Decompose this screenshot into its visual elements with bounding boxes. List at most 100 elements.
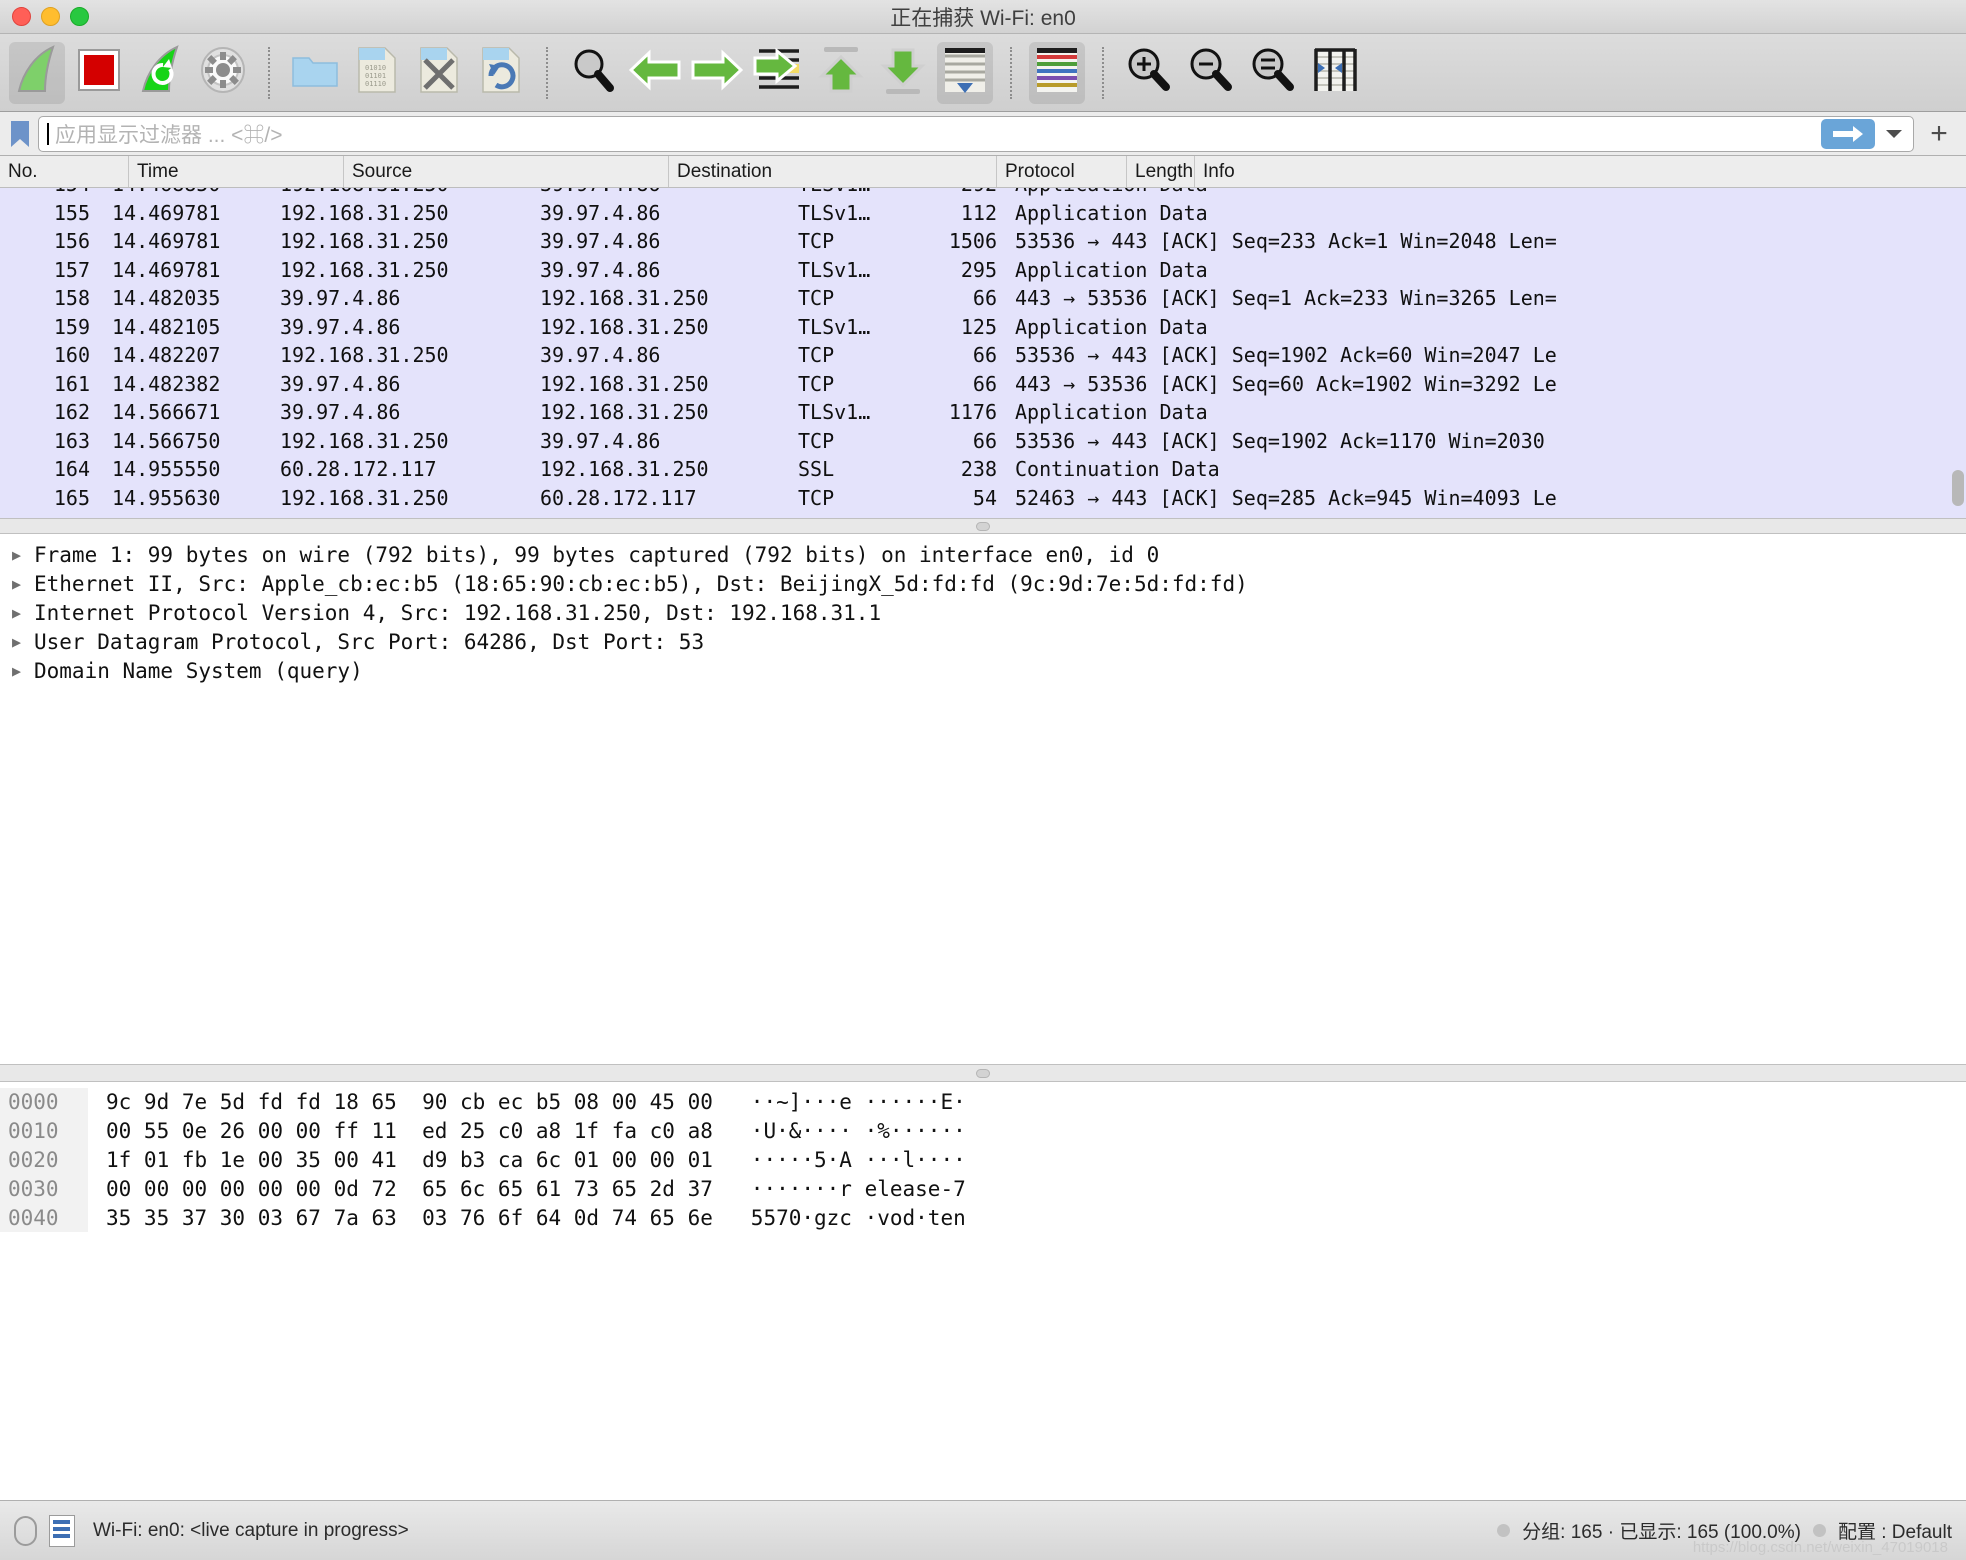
magnifier-icon [571, 47, 615, 98]
save-document-icon: 010100110101110 [357, 46, 397, 99]
packet-time: 14.469781 [100, 256, 270, 285]
apply-filter-button[interactable] [1821, 119, 1875, 149]
detail-tree-item[interactable]: ▶Domain Name System (query) [0, 656, 1966, 685]
column-header-time[interactable]: Time [128, 156, 343, 187]
hex-row[interactable]: 35 35 37 30 03 67 7a 63 03 76 6f 64 0d 7… [106, 1204, 966, 1232]
packet-protocol: TLSv1… [790, 256, 915, 285]
go-to-packet-button[interactable] [751, 42, 807, 104]
hex-bytes-column: 9c 9d 7e 5d fd fd 18 65 90 cb ec b5 08 0… [88, 1088, 966, 1232]
close-file-button[interactable] [411, 42, 467, 104]
go-to-first-button[interactable] [813, 42, 869, 104]
column-header-length[interactable]: Length [1126, 156, 1194, 187]
packet-row[interactable]: 16114.48238239.97.4.86192.168.31.250TCP6… [0, 370, 1966, 399]
start-capture-button[interactable] [9, 42, 65, 104]
hex-row[interactable]: 00 00 00 00 00 00 0d 72 65 6c 65 61 73 6… [106, 1175, 966, 1204]
go-back-button[interactable] [627, 42, 683, 104]
capture-file-properties-icon[interactable] [49, 1515, 75, 1547]
column-header-no[interactable]: No. [0, 156, 128, 187]
hex-offset: 0010 [8, 1117, 88, 1146]
display-filter-placeholder: 应用显示过滤器 ... <⌘/> [55, 119, 1821, 149]
packet-no: 156 [0, 227, 100, 256]
open-file-button[interactable] [287, 42, 343, 104]
shark-fin-restart-icon [139, 45, 183, 100]
arrow-left-green-icon [629, 49, 681, 96]
packet-row[interactable]: 16214.56667139.97.4.86192.168.31.250TLSv… [0, 398, 1966, 427]
capture-status-icon[interactable] [14, 1516, 37, 1546]
expand-triangle-icon[interactable]: ▶ [8, 604, 30, 622]
auto-scroll-button[interactable] [937, 42, 993, 104]
packet-row[interactable]: 16014.482207192.168.31.25039.97.4.86TCP6… [0, 341, 1966, 370]
packet-list-scrollbar[interactable] [1952, 192, 1964, 514]
packet-time: 14.469781 [100, 199, 270, 228]
resize-columns-button[interactable] [1307, 42, 1363, 104]
detail-hex-splitter[interactable] [0, 1064, 1966, 1082]
zoom-out-button[interactable] [1183, 42, 1239, 104]
goto-packet-icon [753, 45, 805, 100]
bookmark-icon[interactable] [6, 116, 34, 152]
hex-splitter-grip[interactable] [976, 1069, 990, 1078]
add-filter-button[interactable]: + [1918, 117, 1960, 151]
window-controls[interactable] [12, 7, 89, 26]
svg-text:01010: 01010 [365, 64, 386, 72]
column-header-info[interactable]: Info [1194, 156, 1966, 187]
packet-destination: 39.97.4.86 [530, 256, 790, 285]
packet-row[interactable]: 16514.955630192.168.31.25060.28.172.117T… [0, 484, 1966, 513]
stop-capture-button[interactable] [71, 42, 127, 104]
packet-row[interactable]: 15714.469781192.168.31.25039.97.4.86TLSv… [0, 256, 1966, 285]
packet-protocol: TCP [790, 370, 915, 399]
hex-row[interactable]: 9c 9d 7e 5d fd fd 18 65 90 cb ec b5 08 0… [106, 1088, 966, 1117]
packet-info: Application Data [1003, 256, 1966, 285]
packet-row[interactable]: 15914.48210539.97.4.86192.168.31.250TLSv… [0, 313, 1966, 342]
column-header-destination[interactable]: Destination [668, 156, 996, 187]
detail-tree-item[interactable]: ▶Frame 1: 99 bytes on wire (792 bits), 9… [0, 540, 1966, 569]
column-header-source[interactable]: Source [343, 156, 668, 187]
minimize-window-button[interactable] [41, 7, 60, 26]
display-filter-input[interactable]: 应用显示过滤器 ... <⌘/> [38, 116, 1914, 152]
expand-triangle-icon[interactable]: ▶ [8, 633, 30, 651]
colorize-button[interactable] [1029, 42, 1085, 104]
packet-length: 292 [915, 188, 1003, 199]
expand-triangle-icon[interactable]: ▶ [8, 662, 30, 680]
save-file-button[interactable]: 010100110101110 [349, 42, 405, 104]
detail-tree-item[interactable]: ▶Internet Protocol Version 4, Src: 192.1… [0, 598, 1966, 627]
find-packet-button[interactable] [565, 42, 621, 104]
close-document-icon [419, 46, 459, 99]
packet-row[interactable]: 15514.469781192.168.31.25039.97.4.86TLSv… [0, 199, 1966, 228]
packet-row[interactable]: 16314.566750192.168.31.25039.97.4.86TCP6… [0, 427, 1966, 456]
packet-length: 1506 [915, 227, 1003, 256]
scrollbar-thumb[interactable] [1952, 470, 1964, 506]
chevron-down-icon[interactable] [1881, 119, 1907, 149]
packet-time: 14.566750 [100, 427, 270, 456]
packet-detail-pane[interactable]: ▶Frame 1: 99 bytes on wire (792 bits), 9… [0, 534, 1966, 1064]
zoom-reset-button[interactable] [1245, 42, 1301, 104]
packet-row[interactable]: 15814.48203539.97.4.86192.168.31.250TCP6… [0, 284, 1966, 313]
detail-tree-item[interactable]: ▶User Datagram Protocol, Src Port: 64286… [0, 627, 1966, 656]
toolbar-separator-4 [1102, 47, 1104, 99]
packet-bytes-pane[interactable]: 00000010002000300040 9c 9d 7e 5d fd fd 1… [0, 1082, 1966, 1232]
hex-row[interactable]: 1f 01 fb 1e 00 35 00 41 d9 b3 ca 6c 01 0… [106, 1146, 966, 1175]
packet-row[interactable]: 15414.468850192.168.31.25039.97.4.86TLSv… [0, 188, 1966, 199]
go-to-last-button[interactable] [875, 42, 931, 104]
packet-list[interactable]: 15414.468850192.168.31.25039.97.4.86TLSv… [0, 188, 1966, 518]
zoom-in-button[interactable] [1121, 42, 1177, 104]
capture-options-button[interactable] [195, 42, 251, 104]
restart-capture-button[interactable] [133, 42, 189, 104]
splitter-grip[interactable] [976, 522, 990, 531]
svg-text:01110: 01110 [365, 80, 386, 88]
reload-file-button[interactable] [473, 42, 529, 104]
packet-row[interactable]: 15614.469781192.168.31.25039.97.4.86TCP1… [0, 227, 1966, 256]
arrow-down-last-icon [880, 45, 926, 100]
expand-triangle-icon[interactable]: ▶ [8, 575, 30, 593]
hex-offset: 0000 [8, 1088, 88, 1117]
expand-triangle-icon[interactable]: ▶ [8, 546, 30, 564]
go-forward-button[interactable] [689, 42, 745, 104]
packet-protocol: TLSv1… [790, 199, 915, 228]
packet-info: 53536 → 443 [ACK] Seq=1902 Ack=60 Win=20… [1003, 341, 1966, 370]
list-detail-splitter[interactable] [0, 518, 1966, 534]
detail-tree-item[interactable]: ▶Ethernet II, Src: Apple_cb:ec:b5 (18:65… [0, 569, 1966, 598]
maximize-window-button[interactable] [70, 7, 89, 26]
packet-row[interactable]: 16414.95555060.28.172.117192.168.31.250S… [0, 455, 1966, 484]
column-header-protocol[interactable]: Protocol [996, 156, 1126, 187]
hex-row[interactable]: 00 55 0e 26 00 00 ff 11 ed 25 c0 a8 1f f… [106, 1117, 966, 1146]
close-window-button[interactable] [12, 7, 31, 26]
